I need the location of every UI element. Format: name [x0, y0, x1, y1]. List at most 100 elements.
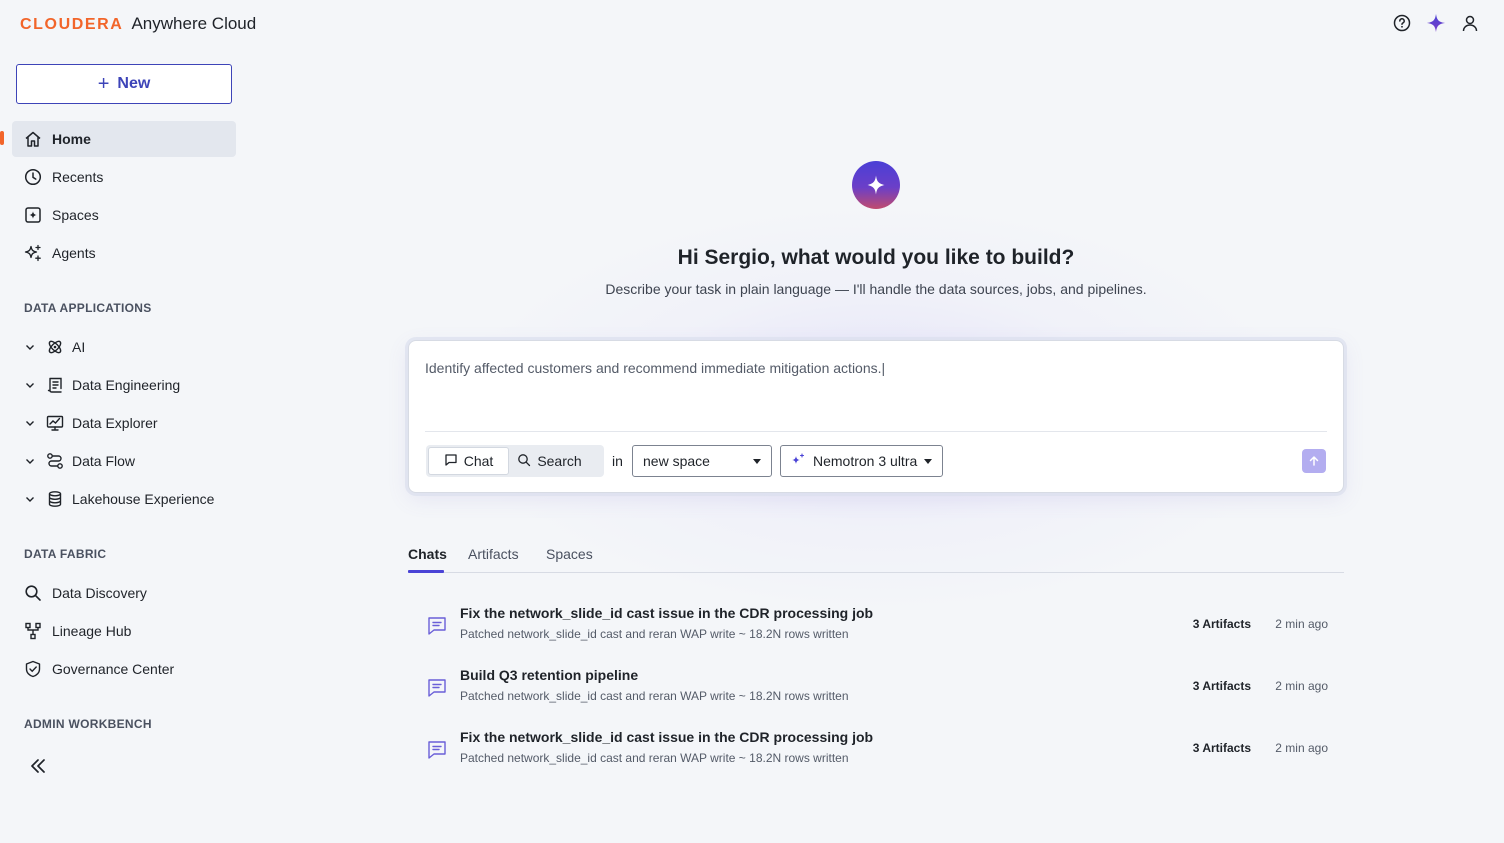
sidebar-item-home[interactable]: Home — [12, 121, 236, 157]
plus-icon: + — [97, 73, 110, 95]
chevron-down-icon[interactable] — [24, 455, 36, 467]
sidebar-item-lakehouse-experience[interactable]: Lakehouse Experience — [12, 481, 236, 517]
prompt-input[interactable]: Identify affected customers and recommen… — [425, 360, 885, 376]
chat-artifacts-count[interactable]: 3 Artifacts — [1193, 679, 1251, 693]
agents-sparkle-icon — [24, 244, 42, 262]
sidebar-item-label: Agents — [52, 245, 96, 261]
sidebar-item-label: Home — [52, 131, 91, 147]
chat-description: Patched network_slide_id cast and reran … — [460, 689, 849, 703]
model-select-value: Nemotron 3 ultra — [813, 453, 918, 469]
chat-message-icon — [426, 615, 448, 637]
chat-timestamp: 2 min ago — [1275, 741, 1328, 755]
section-title-data-fabric: DATA FABRIC — [24, 547, 107, 561]
sidebar-item-label: Governance Center — [52, 661, 175, 677]
product-name: Anywhere Cloud — [131, 14, 257, 33]
chat-bubble-icon — [444, 453, 458, 470]
chevron-down-icon[interactable] — [24, 341, 36, 353]
sidebar-item-agents[interactable]: Agents — [12, 235, 236, 271]
chat-description: Patched network_slide_id cast and reran … — [460, 627, 849, 641]
active-tab-indicator — [408, 570, 444, 573]
tab-spaces[interactable]: Spaces — [546, 546, 593, 562]
page-title: Hi Sergio, what would you like to build? — [677, 246, 1075, 269]
sidebar-item-label: Data Flow — [72, 453, 136, 469]
chat-message-icon — [426, 677, 448, 699]
space-select[interactable]: new space — [632, 445, 772, 477]
chat-title[interactable]: Fix the network_slide_id cast issue in t… — [460, 729, 873, 745]
search-icon — [517, 453, 531, 470]
sidebar-item-lineage-hub[interactable]: Lineage Hub — [12, 613, 236, 649]
send-button[interactable] — [1302, 449, 1326, 473]
caret-down-icon — [924, 458, 932, 464]
sidebar-item-data-engineering[interactable]: Data Engineering — [12, 367, 236, 403]
mode-search-button[interactable]: Search — [509, 447, 590, 475]
sidebar-item-label: Data Discovery — [52, 585, 147, 601]
chat-list-item[interactable]: Fix the network_slide_id cast issue in t… — [408, 725, 1344, 775]
sidebar-item-spaces[interactable]: Spaces — [12, 197, 236, 233]
search-icon — [24, 584, 42, 602]
model-select-content: Nemotron 3 ultra — [791, 452, 918, 470]
active-nav-marker — [0, 131, 4, 145]
chevron-down-icon[interactable] — [24, 417, 36, 429]
sidebar-item-label: AI — [72, 339, 86, 355]
database-icon — [46, 490, 64, 508]
sidebar-item-data-flow[interactable]: Data Flow — [12, 443, 236, 479]
data-flow-icon — [46, 452, 64, 470]
lineage-icon — [24, 622, 42, 640]
sidebar-item-ai[interactable]: AI — [12, 329, 236, 365]
sidebar-item-label: Lineage Hub — [52, 623, 132, 639]
main-content: Hi Sergio, what would you like to build?… — [248, 48, 1504, 843]
collapse-sidebar-icon[interactable] — [28, 756, 48, 776]
section-title-data-applications: DATA APPLICATIONS — [24, 301, 152, 315]
tab-artifacts[interactable]: Artifacts — [468, 546, 519, 562]
tab-chats[interactable]: Chats — [408, 546, 447, 562]
clock-icon — [24, 168, 42, 186]
sidebar-item-recents[interactable]: Recents — [12, 159, 236, 195]
sidebar-item-data-explorer[interactable]: Data Explorer — [12, 405, 236, 441]
mode-toggle: Chat Search — [426, 445, 604, 477]
spaces-icon — [24, 206, 42, 224]
data-engineering-icon — [46, 376, 64, 394]
sidebar-item-label: Data Explorer — [72, 415, 158, 431]
chat-timestamp: 2 min ago — [1275, 617, 1328, 631]
chat-timestamp: 2 min ago — [1275, 679, 1328, 693]
caret-down-icon — [753, 458, 761, 464]
mode-search-label: Search — [537, 453, 582, 469]
brand[interactable]: CLOUDERA Anywhere Cloud — [20, 14, 256, 34]
shield-icon — [24, 660, 42, 678]
sidebar: + New Home Recents Spaces Agents DATA AP… — [0, 48, 248, 843]
sidebar-item-label: Lakehouse Experience — [72, 491, 215, 507]
chevron-down-icon[interactable] — [24, 493, 36, 505]
help-icon[interactable] — [1392, 13, 1412, 33]
composer-divider — [425, 431, 1327, 432]
chat-list-item[interactable]: Fix the network_slide_id cast issue in t… — [408, 601, 1344, 651]
sidebar-item-data-discovery[interactable]: Data Discovery — [12, 575, 236, 611]
top-bar: CLOUDERA Anywhere Cloud — [0, 0, 1504, 48]
prompt-composer: Identify affected customers and recommen… — [408, 340, 1344, 493]
ai-icon — [46, 338, 64, 356]
new-button[interactable]: + New — [16, 64, 232, 104]
sidebar-item-label: Recents — [52, 169, 104, 185]
chat-message-icon — [426, 739, 448, 761]
user-icon[interactable] — [1460, 13, 1480, 33]
chat-title[interactable]: Build Q3 retention pipeline — [460, 667, 638, 683]
page-subtitle: Describe your task in plain language — I… — [605, 281, 1147, 297]
sidebar-item-label: Data Engineering — [72, 377, 181, 393]
ai-sparkle-icon[interactable] — [1426, 13, 1446, 33]
chat-artifacts-count[interactable]: 3 Artifacts — [1193, 617, 1251, 631]
chat-artifacts-count[interactable]: 3 Artifacts — [1193, 741, 1251, 755]
sidebar-item-label: Spaces — [52, 207, 99, 223]
data-explorer-icon — [46, 414, 64, 432]
new-button-label: New — [117, 75, 151, 92]
sidebar-item-governance-center[interactable]: Governance Center — [12, 651, 236, 687]
space-select-value: new space — [643, 453, 710, 469]
section-title-admin-workbench: ADMIN WORKBENCH — [24, 717, 152, 731]
model-select[interactable]: Nemotron 3 ultra — [780, 445, 943, 477]
in-label: in — [612, 453, 623, 469]
chat-title[interactable]: Fix the network_slide_id cast issue in t… — [460, 605, 873, 621]
mode-chat-button[interactable]: Chat — [428, 447, 509, 475]
chevron-down-icon[interactable] — [24, 379, 36, 391]
mode-chat-label: Chat — [463, 453, 494, 469]
chat-description: Patched network_slide_id cast and reran … — [460, 751, 849, 765]
header-actions — [1392, 13, 1480, 33]
chat-list-item[interactable]: Build Q3 retention pipeline Patched netw… — [408, 663, 1344, 713]
